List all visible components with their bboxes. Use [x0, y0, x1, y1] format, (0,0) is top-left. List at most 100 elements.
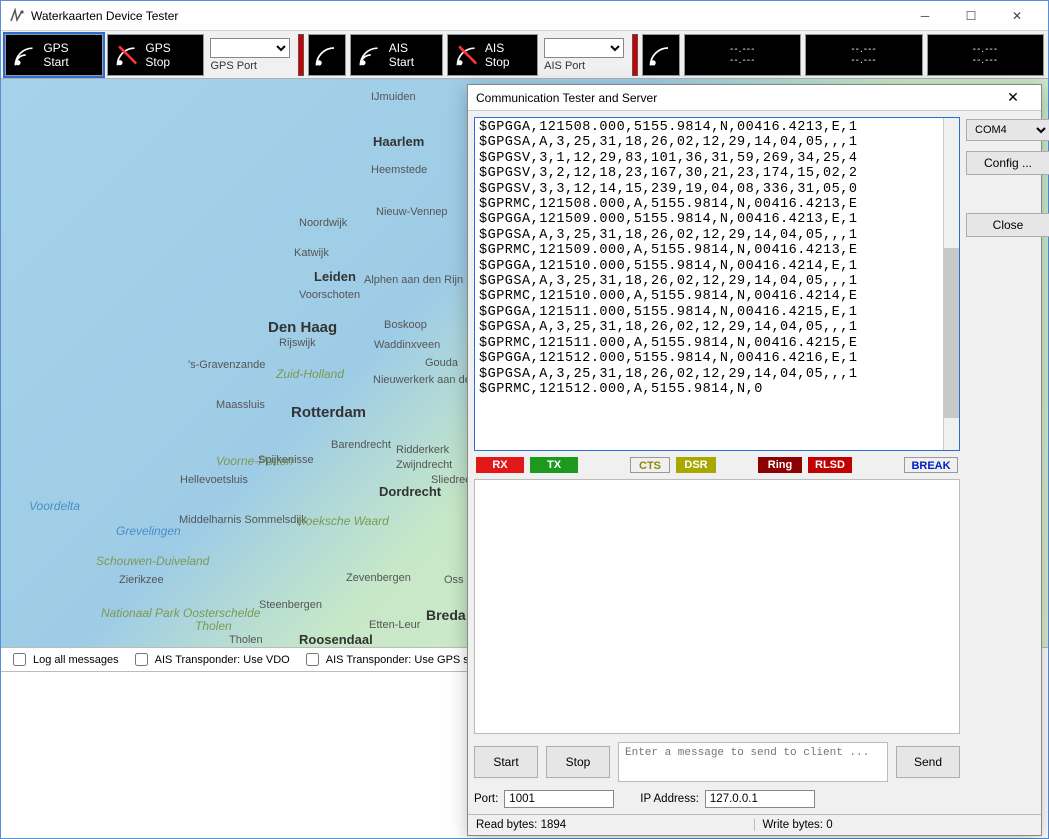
break-indicator: BREAK — [904, 457, 958, 473]
map-label: Waddinxveen — [374, 339, 440, 351]
close-button[interactable]: ✕ — [994, 1, 1040, 31]
read-bytes: Read bytes: 1894 — [468, 819, 755, 831]
dialog-close-button[interactable]: ✕ — [993, 89, 1033, 106]
ais-start-button[interactable]: AIS Start — [350, 34, 442, 76]
map-label: Zuid-Holland — [276, 367, 344, 381]
ais-stop-label: AIS Stop — [485, 41, 531, 69]
map-label: Nieuw-Vennep — [376, 206, 448, 218]
map-label: Zevenbergen — [346, 572, 411, 584]
nmea-output[interactable]: $GPGGA,121508.000,5155.9814,N,00416.4213… — [474, 117, 960, 451]
map-label: Zwijndrecht — [396, 459, 452, 471]
dish-icon — [313, 41, 341, 69]
toolbar-separator — [298, 34, 304, 76]
main-area: IJmuiden Haarlem Heemstede Nieuw-Vennep … — [1, 79, 1048, 838]
map-label: Boskoop — [384, 319, 427, 331]
map-label: Rijswijk — [279, 337, 316, 349]
display-line: --.--- — [730, 55, 755, 66]
map-label: Middelharnis Sommelsdijk — [179, 514, 259, 526]
map-label: Ridderkerk — [396, 444, 449, 456]
ais-dish-button-2[interactable] — [642, 34, 680, 76]
ip-input[interactable] — [705, 790, 815, 808]
map-label: Steenbergen — [259, 599, 322, 611]
dsr-indicator: DSR — [676, 457, 716, 473]
map-label: Breda — [426, 607, 466, 623]
map-label: Gouda — [425, 357, 458, 369]
ais-gps-checkbox[interactable]: AIS Transponder: Use GPS signal — [302, 650, 492, 669]
map-label: Nieuwerkerk aan den IJssel — [373, 374, 453, 386]
coord-display-2: --.--- --.--- — [805, 34, 922, 76]
map-label: Nationaal Park Oosterschelde — [101, 606, 201, 620]
map-label: Etten-Leur — [369, 619, 420, 631]
coord-display-3: --.--- --.--- — [927, 34, 1044, 76]
cts-indicator: CTS — [630, 457, 670, 473]
status-indicators: RX TX CTS DSR Ring RLSD BREAK — [474, 455, 960, 475]
map-label: Rotterdam — [291, 404, 366, 421]
window-title: Waterkaarten Device Tester — [31, 9, 902, 23]
output-area-2[interactable] — [474, 479, 960, 734]
satellite-icon — [357, 41, 384, 69]
ais-dish-button[interactable] — [308, 34, 346, 76]
map-label: Oss — [444, 574, 464, 586]
write-bytes: Write bytes: 0 — [755, 819, 1042, 831]
rlsd-indicator: RLSD — [808, 457, 852, 473]
toolbar-separator — [632, 34, 638, 76]
minimize-button[interactable]: ─ — [902, 1, 948, 31]
send-button[interactable]: Send — [896, 746, 960, 778]
display-line: --.--- — [851, 44, 876, 55]
map-label: Hoeksche Waard — [297, 514, 357, 528]
stop-button[interactable]: Stop — [546, 746, 610, 778]
log-all-checkbox[interactable]: Log all messages — [9, 650, 119, 669]
scrollbar[interactable] — [943, 118, 959, 450]
map-options: Log all messages AIS Transponder: Use VD… — [1, 648, 501, 672]
map-label: Tholen — [229, 634, 263, 646]
ais-port-label: AIS Port — [544, 60, 585, 72]
ip-label: IP Address: — [640, 793, 699, 805]
map-label: Maassluis — [216, 399, 265, 411]
coord-display-1: --.--- --.--- — [684, 34, 801, 76]
toolbar: GPS Start GPS Stop GPS Port AIS Start AI… — [1, 31, 1048, 79]
map-label: Schouwen-Duiveland — [96, 554, 156, 568]
ais-port-select[interactable] — [544, 38, 624, 58]
dialog-title: Communication Tester and Server — [476, 91, 993, 105]
display-line: --.--- — [973, 44, 998, 55]
map-label: Alphen aan den Rijn — [364, 274, 424, 286]
scroll-thumb[interactable] — [943, 248, 959, 418]
map-label: Leiden — [314, 269, 356, 284]
titlebar: Waterkaarten Device Tester ─ ☐ ✕ — [1, 1, 1048, 31]
map-label: Hellevoetsluis — [180, 474, 248, 486]
config-button[interactable]: Config ... — [966, 151, 1049, 175]
satellite-icon — [12, 41, 39, 69]
gps-start-label: GPS Start — [43, 41, 96, 69]
bytes-statusbar: Read bytes: 1894 Write bytes: 0 — [468, 814, 1041, 835]
ais-start-label: AIS Start — [389, 41, 436, 69]
main-window: Waterkaarten Device Tester ─ ☐ ✕ GPS Sta… — [0, 0, 1049, 839]
display-line: --.--- — [730, 44, 755, 55]
gps-port-label: GPS Port — [210, 60, 256, 72]
dialog-titlebar: Communication Tester and Server ✕ — [468, 85, 1041, 111]
display-line: --.--- — [973, 55, 998, 66]
gps-start-button[interactable]: GPS Start — [5, 34, 103, 76]
display-line: --.--- — [851, 55, 876, 66]
map-label: Grevelingen — [116, 524, 181, 538]
com-port-select[interactable]: COM4 — [966, 119, 1049, 141]
port-input[interactable] — [504, 790, 614, 808]
map-label: Spijkenisse — [258, 454, 314, 466]
port-label: Port: — [474, 793, 498, 805]
map-label: Noordwijk — [299, 217, 347, 229]
gps-port-select[interactable] — [210, 38, 290, 58]
satellite-stop-icon — [454, 41, 481, 69]
start-button[interactable]: Start — [474, 746, 538, 778]
ais-stop-button[interactable]: AIS Stop — [447, 34, 539, 76]
checkbox-label: Log all messages — [33, 654, 119, 666]
map-label: Voorschoten — [299, 289, 360, 301]
map-label: Voordelta — [29, 499, 80, 513]
map-label: Heemstede — [371, 164, 427, 176]
ais-vdo-checkbox[interactable]: AIS Transponder: Use VDO — [131, 650, 290, 669]
checkbox-label: AIS Transponder: Use VDO — [155, 654, 290, 666]
gps-stop-button[interactable]: GPS Stop — [107, 34, 204, 76]
rx-indicator: RX — [476, 457, 524, 473]
map-label: IJmuiden — [371, 91, 416, 103]
close-button-dlg[interactable]: Close — [966, 213, 1049, 237]
message-input[interactable] — [618, 742, 888, 782]
maximize-button[interactable]: ☐ — [948, 1, 994, 31]
